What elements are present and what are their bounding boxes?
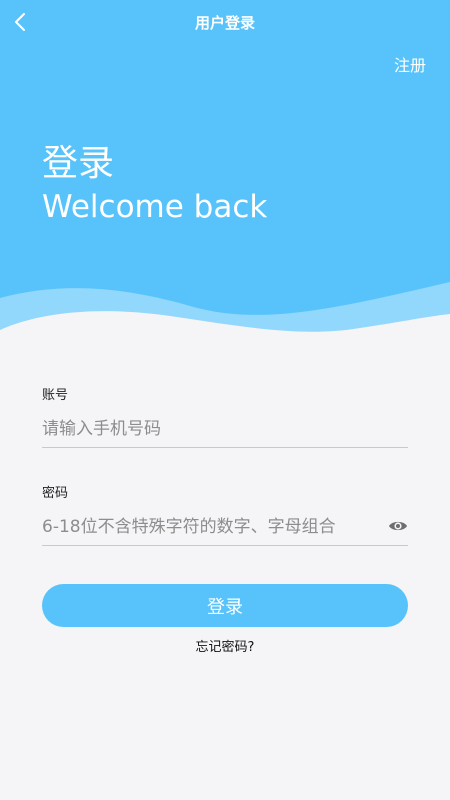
hero-banner: 用户登录 注册 登录 Welcome back <box>0 0 450 345</box>
hero-subtitle: Welcome back <box>42 189 268 225</box>
password-label: 密码 <box>42 486 69 501</box>
password-input[interactable] <box>42 510 408 544</box>
account-label: 账号 <box>42 388 69 403</box>
page-title: 用户登录 <box>194 14 255 32</box>
eye-icon <box>389 521 407 531</box>
login-screen: 用户登录 注册 登录 Welcome back 账号 密码 登录 忘记密码? <box>0 0 450 800</box>
account-field <box>42 412 408 448</box>
account-input[interactable] <box>42 412 408 446</box>
login-button[interactable]: 登录 <box>42 584 408 627</box>
password-field <box>42 510 408 546</box>
forgot-password-link[interactable]: 忘记密码? <box>0 636 450 655</box>
register-link[interactable]: 注册 <box>394 52 426 76</box>
top-nav-bar: 用户登录 <box>0 0 450 44</box>
show-password-button[interactable] <box>388 516 408 536</box>
wave-decoration <box>0 282 450 345</box>
hero-title: 登录 <box>42 143 115 184</box>
